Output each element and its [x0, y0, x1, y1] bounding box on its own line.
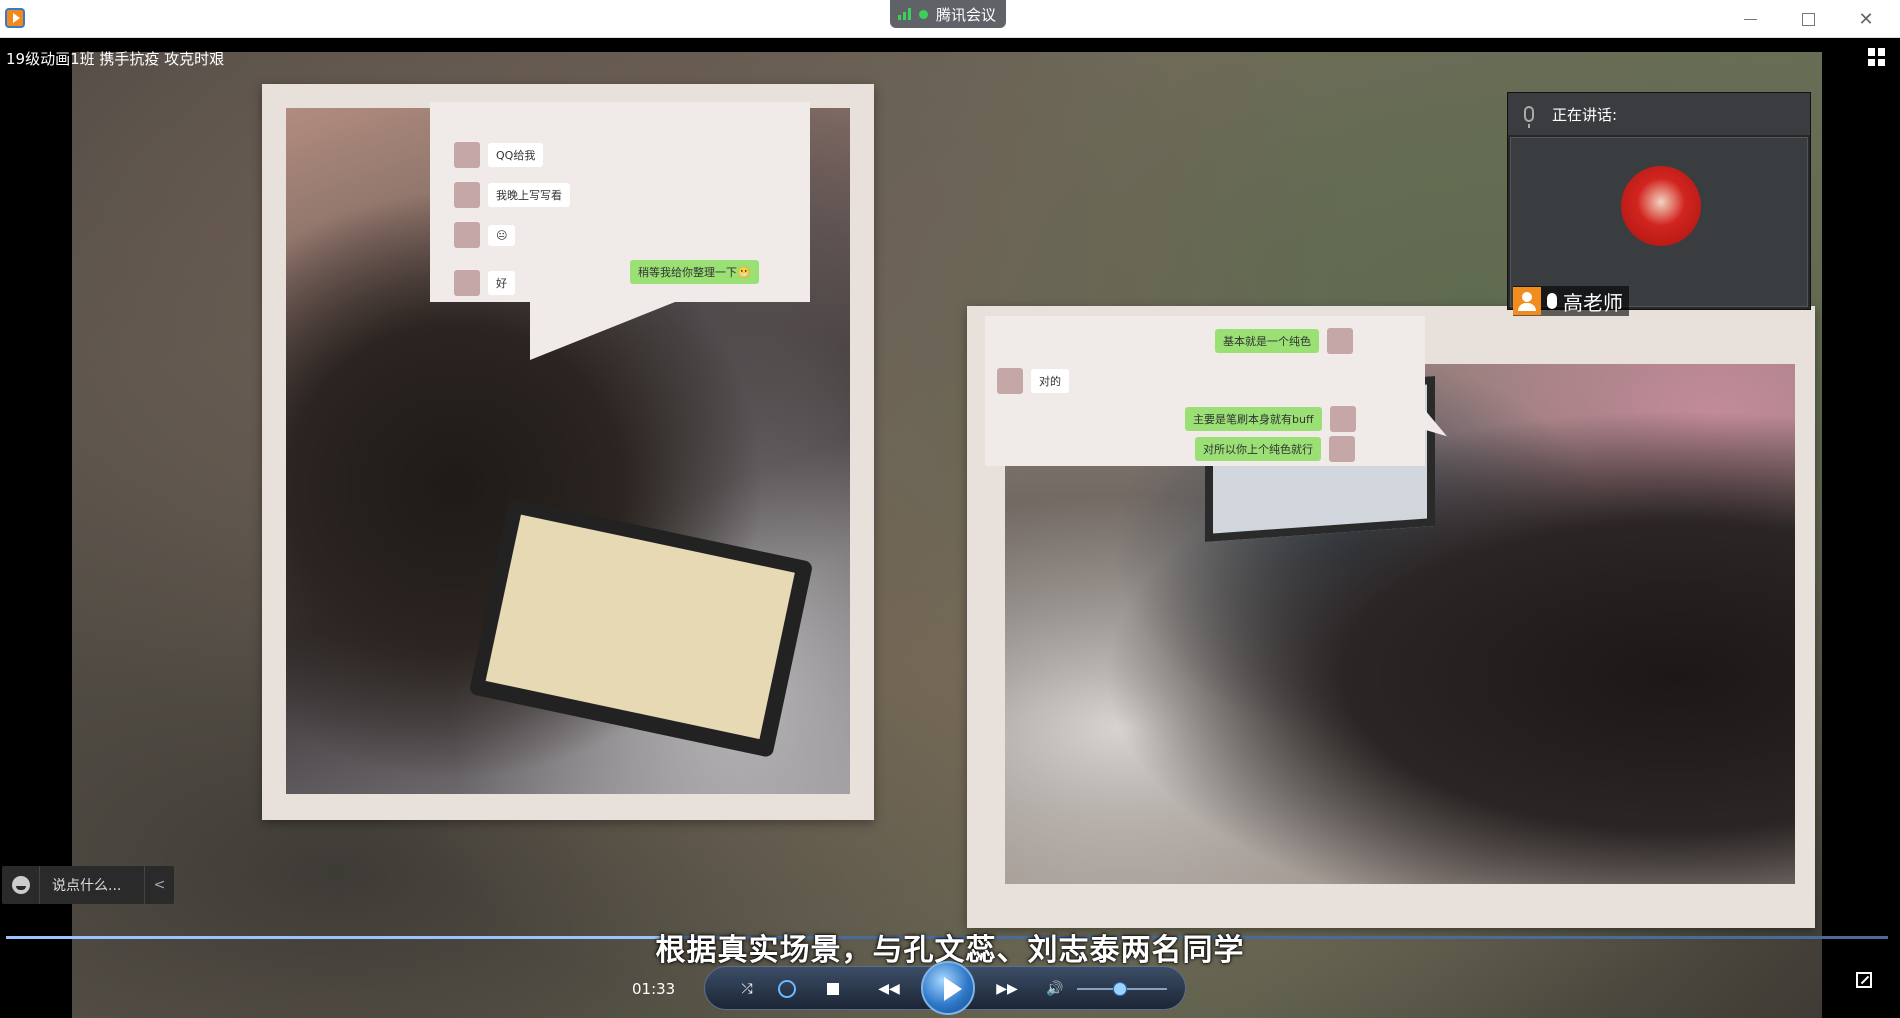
- host-person-icon: [1513, 287, 1541, 315]
- repeat-button[interactable]: [773, 975, 801, 1003]
- minimize-icon: [1743, 18, 1757, 20]
- shuffle-button[interactable]: ⤮: [733, 975, 761, 1003]
- shuffle-icon: ⤮: [741, 981, 753, 997]
- chat-bubble: 稍等我给你整理一下😬: [630, 260, 759, 284]
- speaker-icon: 🔊: [1046, 981, 1064, 997]
- signal-icon: [898, 8, 911, 20]
- speaker-heading: 正在讲话:: [1552, 105, 1618, 124]
- playback-controls: ⤮ ◀◀ ▶▶ 🔊: [704, 961, 1186, 1015]
- stop-button[interactable]: [819, 975, 847, 1003]
- status-dot-icon: [919, 9, 928, 19]
- chat-avatar: [1329, 436, 1355, 462]
- window-titlebar: 腾讯会议 ✕: [0, 0, 1900, 38]
- close-icon: ✕: [1858, 8, 1874, 30]
- chat-message: QQ给我: [454, 142, 544, 168]
- volume-button[interactable]: 🔊: [1041, 975, 1069, 1003]
- player-app-icon[interactable]: [5, 8, 25, 28]
- speaker-header: 正在讲话:: [1508, 93, 1810, 135]
- close-button[interactable]: ✕: [1844, 4, 1888, 34]
- active-speaker-panel: 正在讲话: 高老师: [1507, 92, 1811, 316]
- chat-message: 对所以你上个纯色就行: [1195, 436, 1355, 462]
- chat-bubble: 我晚上写写看: [488, 183, 570, 207]
- chat-bubble: 基本就是一个纯色: [1215, 329, 1319, 353]
- chat-avatar: [454, 142, 480, 168]
- playback-timecode: 01:33: [632, 980, 676, 998]
- minimize-button[interactable]: [1728, 4, 1772, 34]
- chat-avatar: [997, 368, 1023, 394]
- chat-bubble: 😐: [488, 224, 516, 246]
- meeting-status-pill[interactable]: 腾讯会议: [890, 0, 1006, 28]
- tablet-device: [468, 497, 814, 759]
- chat-message: 基本就是一个纯色: [1215, 328, 1353, 354]
- video-title: 19级动画1班 携手抗疫 攻克时艰: [6, 50, 225, 68]
- speaker-avatar: [1621, 166, 1701, 246]
- stop-icon: [827, 983, 839, 995]
- chat-message: 对的: [997, 368, 1069, 394]
- microphone-icon: [1547, 293, 1557, 309]
- chevron-left-icon: <: [153, 877, 166, 893]
- chat-avatar: [1327, 328, 1353, 354]
- chat-message: 好: [454, 270, 515, 296]
- video-stage[interactable]: QQ给我 我晚上写写看 😐 稍等我给你整理一下😬 好 基本就是一个纯色 对的 主…: [0, 38, 1900, 1018]
- emoji-button[interactable]: [2, 866, 40, 904]
- chat-bubble: QQ给我: [488, 143, 544, 167]
- popout-icon[interactable]: [1856, 972, 1872, 988]
- chat-message: 😐: [454, 222, 516, 248]
- comment-bar: 说点什么... <: [2, 866, 174, 904]
- chat-message: 我晚上写写看: [454, 182, 570, 208]
- chat-avatar: [454, 270, 480, 296]
- comment-input[interactable]: 说点什么...: [40, 875, 144, 895]
- speaker-video-tile[interactable]: 高老师: [1510, 137, 1808, 316]
- left-photo-card: QQ给我 我晚上写写看 😐 稍等我给你整理一下😬 好: [262, 84, 874, 820]
- maximize-button[interactable]: [1786, 4, 1830, 34]
- repeat-icon: [778, 980, 796, 998]
- tablet-screen: [485, 514, 795, 740]
- volume-slider[interactable]: [1077, 982, 1167, 996]
- layout-grid-icon[interactable]: [1868, 48, 1886, 66]
- microphone-icon: [1524, 106, 1534, 128]
- left-chat-panel: QQ给我 我晚上写写看 😐 稍等我给你整理一下😬 好: [430, 102, 810, 360]
- chat-avatar: [1329, 406, 1356, 432]
- chat-message: 稍等我给你整理一下😬: [630, 260, 759, 284]
- right-photo-card: 基本就是一个纯色 对的 主要是笔刷本身就有buff 对所以你上个纯色就行: [967, 306, 1815, 928]
- speaker-name: 高老师: [1563, 290, 1623, 315]
- chat-avatar: [454, 222, 480, 248]
- chat-bubble: 主要是笔刷本身就有buff: [1185, 407, 1322, 431]
- chat-avatar: [454, 182, 480, 208]
- chat-bubble: 好: [488, 271, 515, 295]
- meeting-label: 腾讯会议: [936, 5, 997, 24]
- play-button[interactable]: [921, 961, 975, 1015]
- rewind-icon: ◀◀: [878, 981, 900, 997]
- collapse-comment-button[interactable]: <: [144, 866, 174, 904]
- maximize-icon: [1801, 12, 1815, 26]
- chat-bubble: 对的: [1031, 369, 1069, 393]
- chat-tail: [530, 300, 680, 360]
- smiley-icon: [11, 876, 30, 894]
- chat-message: 主要是笔刷本身就有buff: [1185, 406, 1356, 432]
- speaker-name-tag: 高老师: [1513, 286, 1629, 316]
- fast-forward-icon: ▶▶: [996, 981, 1018, 997]
- volume-slider-knob[interactable]: [1113, 982, 1128, 996]
- fast-forward-button[interactable]: ▶▶: [983, 975, 1031, 1003]
- chat-bubble: 对所以你上个纯色就行: [1195, 437, 1321, 461]
- rewind-button[interactable]: ◀◀: [865, 975, 913, 1003]
- right-chat-panel: 基本就是一个纯色 对的 主要是笔刷本身就有buff 对所以你上个纯色就行: [985, 316, 1447, 475]
